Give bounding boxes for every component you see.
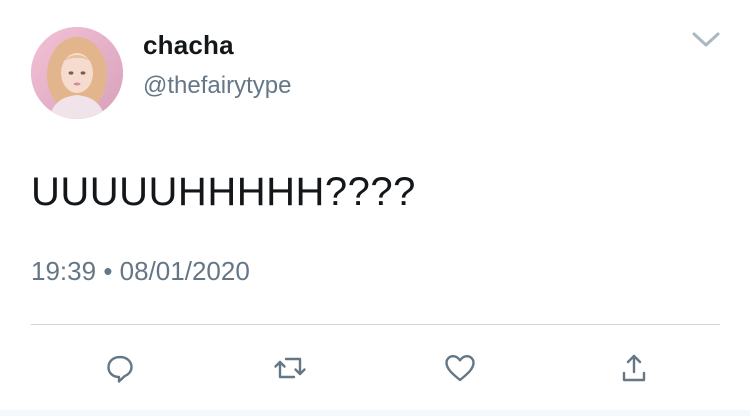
retweet-button[interactable] <box>270 348 310 388</box>
timestamp-separator: • <box>103 256 113 286</box>
tweet-time: 19:39 <box>31 256 97 286</box>
avatar-image <box>31 27 123 119</box>
author-handle[interactable]: @thefairytype <box>143 72 291 100</box>
reply-icon <box>107 355 133 383</box>
tweet-date: 08/01/2020 <box>119 256 250 286</box>
reply-button[interactable] <box>100 348 140 388</box>
bottom-strip <box>0 410 750 416</box>
tweet-timestamp[interactable]: 19:39 • 08/01/2020 <box>31 256 250 287</box>
share-button[interactable] <box>614 348 654 388</box>
tweet-text: UUUUUHHHHH???? <box>31 170 416 214</box>
retweet-icon <box>274 357 306 379</box>
like-icon <box>445 355 475 382</box>
like-button[interactable] <box>440 348 480 388</box>
avatar[interactable] <box>31 27 123 119</box>
author-name[interactable]: chacha <box>143 30 234 61</box>
chevron-down-icon <box>692 32 720 47</box>
tweet-menu-button[interactable] <box>690 26 722 50</box>
share-icon <box>622 354 646 382</box>
divider <box>31 324 720 325</box>
